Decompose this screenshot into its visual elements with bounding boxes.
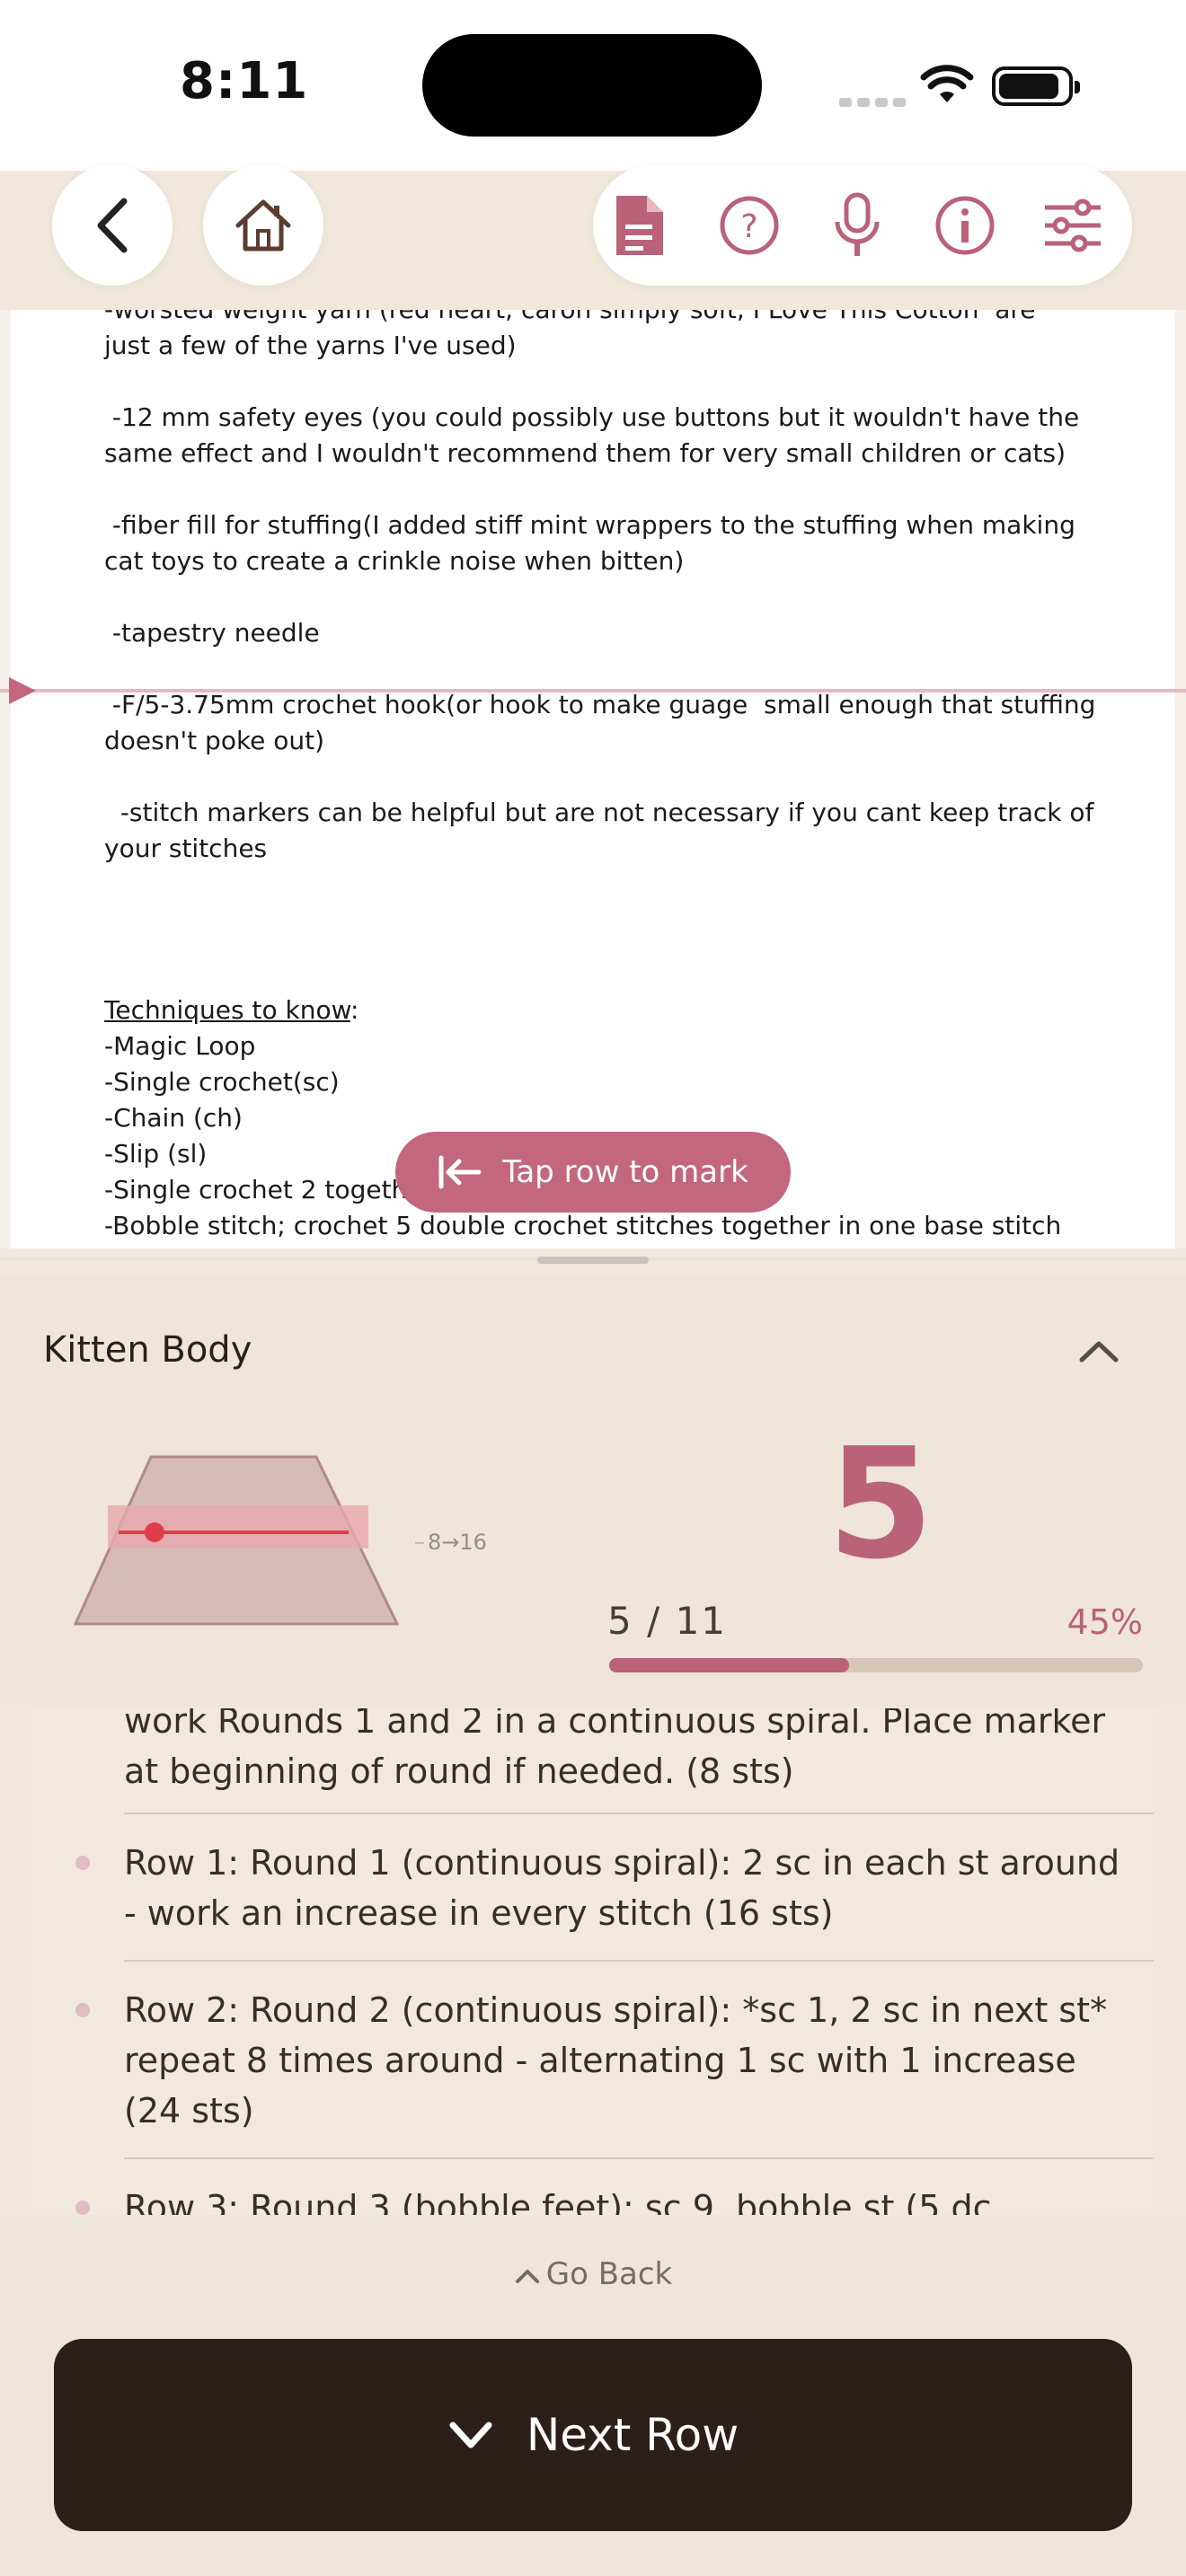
- progress-bar: [609, 1658, 1143, 1672]
- drag-handle[interactable]: [537, 1257, 649, 1264]
- go-back-label: Go Back: [545, 2256, 673, 2292]
- row-marker-line: [0, 689, 1186, 693]
- row-marker-arrow-icon: [9, 677, 36, 704]
- bullet-icon: [75, 1856, 90, 1870]
- next-row-button[interactable]: Next Row: [54, 2339, 1132, 2531]
- shape-label: 8→16: [415, 1530, 487, 1555]
- pdf-page[interactable]: -worsted weight yarn (red heart, caron s…: [11, 310, 1175, 1248]
- shape-diagram: [73, 1455, 400, 1626]
- tap-row-hint-button[interactable]: Tap row to mark: [395, 1132, 791, 1213]
- pdf-line: -F/5-3.75mm crochet hook(or hook to make…: [104, 690, 1096, 755]
- list-item[interactable]: Row 2: Round 2 (continuous spiral): *sc …: [124, 1985, 1130, 2136]
- list-item[interactable]: Row 1: Round 1 (continuous spiral): 2 sc…: [124, 1838, 1130, 1938]
- bullet-icon: [75, 2201, 90, 2215]
- chevron-up-icon: [515, 2269, 539, 2283]
- bullet-icon: [75, 2003, 90, 2017]
- next-row-label: Next Row: [526, 2409, 739, 2461]
- current-row-number[interactable]: 5: [755, 1419, 1006, 1590]
- collapse-chevron-icon[interactable]: [1076, 1338, 1121, 1365]
- list-item-partial[interactable]: work Rounds 1 and 2 in a continuous spir…: [124, 1708, 1130, 1796]
- row-progress-text: 5 / 11: [607, 1599, 728, 1643]
- document-button[interactable]: [604, 190, 676, 261]
- progress-percent: 45%: [1067, 1602, 1143, 1642]
- pdf-line: -worsted weight yarn (red heart, caron s…: [104, 310, 1036, 360]
- battery-icon: [992, 66, 1080, 106]
- status-time: 8:11: [180, 52, 309, 110]
- list-divider: [124, 2157, 1154, 2159]
- section-title: Kitten Body: [43, 1329, 252, 1371]
- instruction-list[interactable]: work Rounds 1 and 2 in a continuous spir…: [32, 1708, 1154, 2215]
- back-icon: [97, 198, 128, 253]
- help-icon: ?: [720, 196, 779, 255]
- info-button[interactable]: [929, 190, 1001, 261]
- go-back-button[interactable]: Go Back: [0, 2256, 1186, 2292]
- list-divider: [124, 1960, 1154, 1962]
- svg-text:?: ?: [740, 208, 757, 245]
- status-bar: 8:11: [0, 0, 1186, 171]
- pdf-line: -tapestry needle: [104, 618, 320, 648]
- microphone-icon: [835, 192, 880, 256]
- list-item[interactable]: Row 3: Round 3 (bobble feet): sc 9, bobb…: [124, 2183, 1130, 2215]
- pdf-line: -12 mm safety eyes (you could possibly u…: [104, 402, 1080, 468]
- info-icon: [935, 196, 995, 255]
- signal-icon: [839, 93, 911, 110]
- tap-row-hint-label: Tap row to mark: [502, 1154, 748, 1190]
- techniques-heading: Techniques to know:: [104, 995, 359, 1025]
- home-button[interactable]: [203, 165, 323, 286]
- home-icon: [235, 199, 291, 251]
- document-icon: [616, 196, 663, 255]
- help-button[interactable]: ?: [713, 190, 785, 261]
- dynamic-island: [422, 34, 762, 137]
- progress-bar-fill: [609, 1658, 850, 1672]
- arrow-left-bar-icon: [438, 1155, 482, 1189]
- back-button[interactable]: [52, 165, 173, 286]
- settings-button[interactable]: [1037, 190, 1109, 261]
- microphone-button[interactable]: [821, 190, 893, 261]
- chevron-down-icon: [449, 2422, 492, 2448]
- pdf-viewer[interactable]: -worsted weight yarn (red heart, caron s…: [0, 310, 1186, 1248]
- wifi-icon: [920, 65, 974, 102]
- sliders-icon: [1045, 198, 1101, 252]
- tool-pill: ?: [593, 165, 1132, 286]
- pdf-line: -fiber fill for stuffing(I added stiff m…: [104, 510, 1075, 576]
- pdf-line: -stitch markers can be helpful but are n…: [104, 798, 1094, 863]
- list-divider: [124, 1813, 1154, 1814]
